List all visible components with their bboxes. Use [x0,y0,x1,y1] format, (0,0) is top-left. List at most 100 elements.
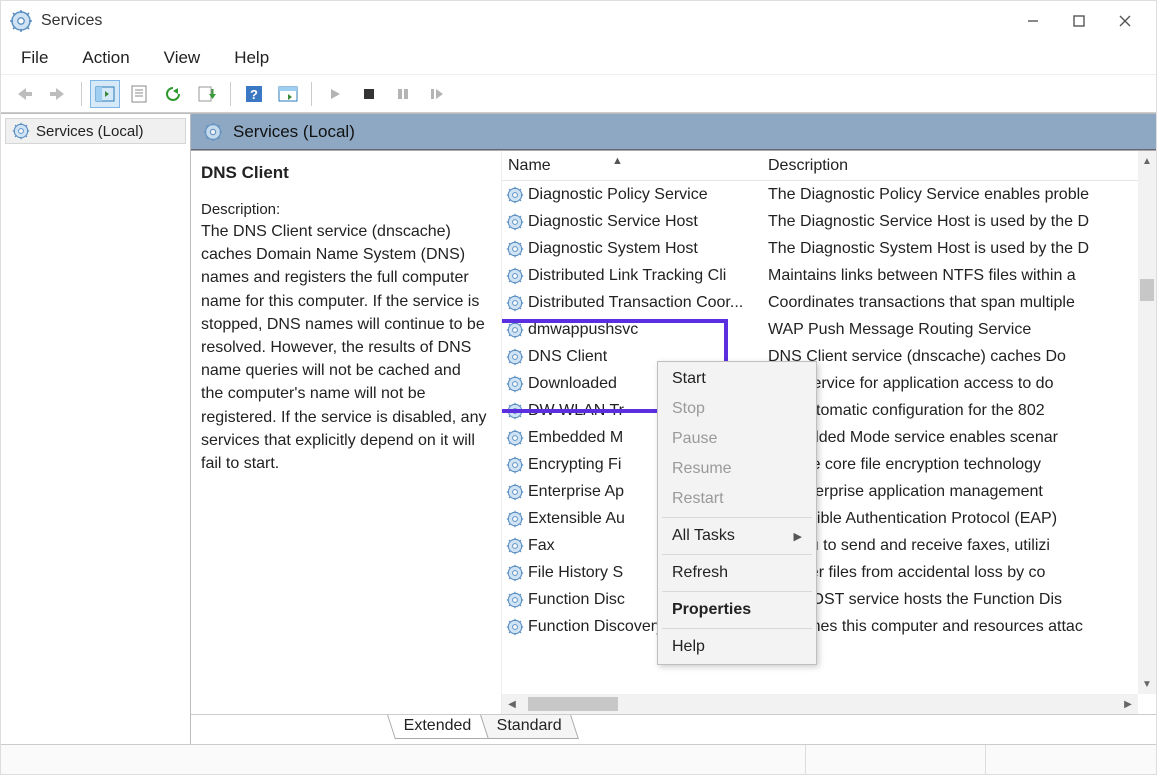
vertical-scrollbar[interactable]: ▲ ▼ [1138,151,1156,694]
scroll-right-icon[interactable]: ▶ [1118,699,1138,710]
forward-button[interactable] [43,80,73,108]
menu-action[interactable]: Action [76,44,135,72]
service-description: FDPHOST service hosts the Function Dis [762,591,1156,609]
tab-standard-label: Standard [496,717,561,735]
service-row[interactable]: Downloadedlows service for application a… [502,370,1156,397]
description-text: The DNS Client service (dnscache) caches… [201,220,487,475]
service-row[interactable]: Function DiscFDPHOST service hosts the F… [502,586,1156,613]
gear-icon [506,267,524,285]
service-description: des the core file encryption technology [762,456,1156,474]
service-description: les you to send and receive faxes, utili… [762,537,1156,555]
service-row[interactable]: Encrypting Fides the core file encryptio… [502,451,1156,478]
ctx-all-tasks-label: All Tasks [672,527,735,545]
service-row[interactable]: Diagnostic System HostThe Diagnostic Sys… [502,235,1156,262]
maximize-button[interactable] [1056,5,1102,37]
service-row[interactable]: DNS ClientDNS Client service (dnscache) … [502,343,1156,370]
service-row[interactable]: Embedded M Embedded Mode service enables … [502,424,1156,451]
ctx-restart[interactable]: Restart [658,484,816,514]
service-name: Enterprise Ap [528,483,624,501]
service-row[interactable]: Distributed Transaction Coor...Coordinat… [502,289,1156,316]
service-list: Name ▲ Description Diagnostic Policy Ser… [501,151,1156,714]
restart-service-button[interactable] [422,80,452,108]
service-row[interactable]: Extensible AuExtensible Authentication P… [502,505,1156,532]
gear-icon [506,591,524,609]
back-button[interactable] [9,80,39,108]
tree-root[interactable]: Services (Local) [5,118,186,144]
service-row[interactable]: Function Discovery Resourc...Publishes t… [502,613,1156,640]
scroll-thumb[interactable] [1140,279,1154,301]
ctx-refresh[interactable]: Refresh [658,558,816,588]
scroll-thumb-h[interactable] [528,697,618,711]
menu-view[interactable]: View [158,44,207,72]
ctx-start[interactable]: Start [658,364,816,394]
menu-help[interactable]: Help [228,44,275,72]
service-name: Diagnostic System Host [528,240,698,258]
gear-icon [506,321,524,339]
service-name: Diagnostic Policy Service [528,186,708,204]
column-headers: Name ▲ Description [502,151,1156,181]
service-description: Coordinates transactions that span multi… [762,294,1156,312]
service-description: Maintains links between NTFS files withi… [762,267,1156,285]
service-description: The Diagnostic Policy Service enables pr… [762,186,1156,204]
tree-pane: Services (Local) [1,114,191,744]
view-toolbar-button[interactable] [273,80,303,108]
tab-extended[interactable]: Extended [387,715,488,739]
gear-icon [506,618,524,636]
svg-text:?: ? [250,87,258,102]
scroll-up-icon[interactable]: ▲ [1138,151,1156,171]
horizontal-scrollbar[interactable]: ◀ ▶ [502,694,1138,714]
service-row[interactable]: Distributed Link Tracking CliMaintains l… [502,262,1156,289]
service-row[interactable]: Enterprise Aples enterprise application … [502,478,1156,505]
tab-standard[interactable]: Standard [480,715,579,739]
properties-toolbar-button[interactable] [124,80,154,108]
minimize-button[interactable] [1010,5,1056,37]
gear-icon [506,402,524,420]
ctx-properties[interactable]: Properties [658,595,816,625]
refresh-toolbar-button[interactable] [158,80,188,108]
gear-icon [506,510,524,528]
service-description: Publishes this computer and resources at… [762,618,1156,636]
menubar: File Action View Help [1,41,1156,75]
start-service-button[interactable] [320,80,350,108]
submenu-arrow-icon: ▶ [794,530,802,543]
ctx-help[interactable]: Help [658,632,816,662]
show-hide-tree-button[interactable] [90,80,120,108]
service-name: Extensible Au [528,510,625,528]
service-row[interactable]: DW WLAN Trdes automatic configuration fo… [502,397,1156,424]
service-row[interactable]: Faxles you to send and receive faxes, ut… [502,532,1156,559]
context-menu: Start Stop Pause Resume Restart All Task… [657,361,817,665]
scroll-down-icon[interactable]: ▼ [1138,674,1156,694]
column-description[interactable]: Description [762,157,1156,175]
panel-title: Services (Local) [233,122,355,142]
scroll-left-icon[interactable]: ◀ [502,699,522,710]
gear-icon [506,240,524,258]
gear-icon [506,213,524,231]
service-description: The Diagnostic Service Host is used by t… [762,213,1156,231]
main-pane: Services (Local) DNS Client Description:… [191,114,1156,744]
ctx-stop[interactable]: Stop [658,394,816,424]
help-toolbar-button[interactable]: ? [239,80,269,108]
service-row[interactable]: File History Scts user files from accide… [502,559,1156,586]
service-row[interactable]: Diagnostic Service HostThe Diagnostic Se… [502,208,1156,235]
ctx-pause[interactable]: Pause [658,424,816,454]
export-list-button[interactable] [192,80,222,108]
pause-service-button[interactable] [388,80,418,108]
service-rows: Diagnostic Policy Service The Diagnostic … [502,181,1156,640]
body: Services (Local) Services (Local) DNS Cl… [1,113,1156,744]
service-name: Embedded M [528,429,623,447]
service-row[interactable]: dmwappushsvcWAP Push Message Routing Ser… [502,316,1156,343]
service-row[interactable]: Diagnostic Policy Service The Diagnostic … [502,181,1156,208]
description-label: Description: [201,201,487,218]
gear-icon [506,429,524,447]
stop-service-button[interactable] [354,80,384,108]
service-description: Embedded Mode service enables scenar [762,429,1156,447]
content: DNS Client Description: The DNS Client s… [191,150,1156,714]
statusbar [1,744,1156,774]
ctx-all-tasks[interactable]: All Tasks ▶ [658,521,816,551]
service-description: lows service for application access to d… [762,375,1156,393]
ctx-resume[interactable]: Resume [658,454,816,484]
column-name[interactable]: Name ▲ [502,157,762,175]
close-button[interactable] [1102,5,1148,37]
menu-file[interactable]: File [15,44,54,72]
panel-header: Services (Local) [191,114,1156,150]
